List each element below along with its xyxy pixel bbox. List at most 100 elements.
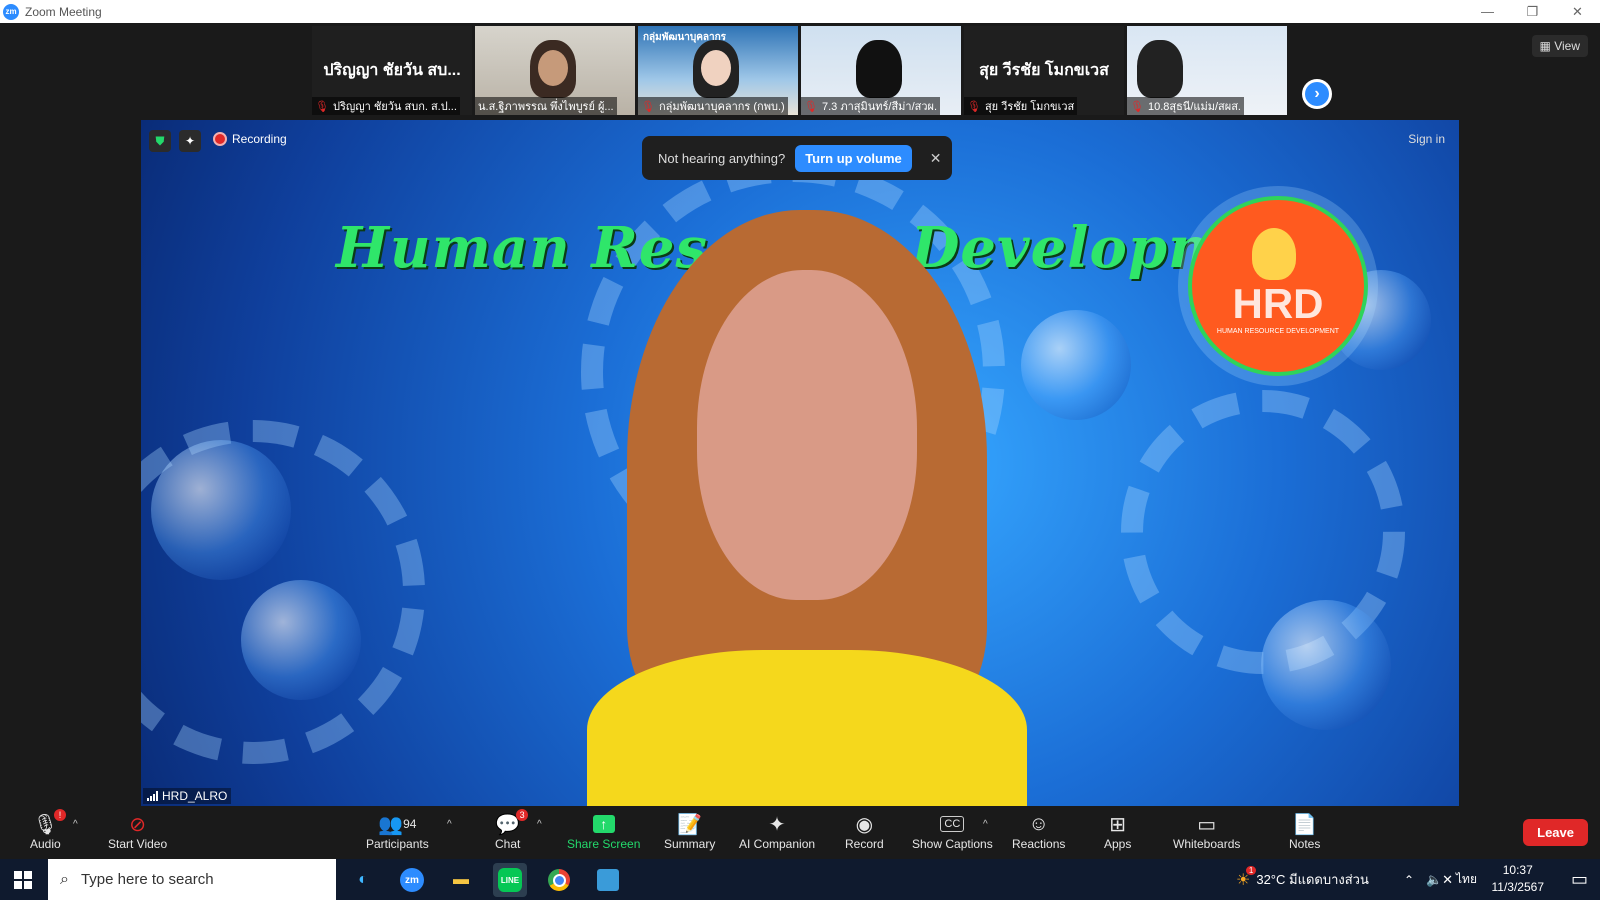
window-title: Zoom Meeting — [25, 4, 102, 19]
edge-icon[interactable]: ◐ — [346, 863, 380, 897]
photos-app-icon[interactable] — [591, 863, 625, 897]
record-button[interactable]: ◉ Record — [845, 811, 884, 852]
participant-big-name: ปริญญา ชัยวัน สบ... — [323, 62, 461, 79]
gallery-strip: ปริญญา ชัยวัน สบ... 🎙 ปริญญา ชัยวัน สบก. … — [312, 26, 1287, 115]
zoom-taskbar-icon[interactable]: zm — [395, 863, 429, 897]
apps-button[interactable]: ⊞ Apps — [1104, 811, 1131, 852]
summary-icon: 📝 — [677, 813, 703, 836]
bubble-decoration — [241, 580, 361, 700]
windows-logo-icon — [14, 870, 32, 889]
tray-chevron-icon[interactable]: ⌃ — [1404, 859, 1414, 900]
meeting-toolbar: 🎙! Audio ^ ⊘ Start Video 👥 94 Participan… — [0, 809, 1600, 859]
signal-bars-icon — [147, 791, 158, 801]
participant-big-name: สุย วีรชัย โมกขเวส — [979, 62, 1109, 79]
bubble-decoration — [1021, 310, 1131, 420]
close-icon[interactable]: ✕ — [930, 150, 942, 167]
hrd-logo: HRD HUMAN RESOURCE DEVELOPMENT — [1188, 196, 1368, 376]
system-clock[interactable]: 10:37 11/3/2567 — [1492, 862, 1545, 896]
next-page-button[interactable]: › — [1302, 79, 1332, 109]
weather-sun-icon: ☀ 1 — [1236, 865, 1257, 890]
ai-sparkle-icon[interactable]: ✦ — [179, 130, 201, 152]
speaker-person — [587, 210, 1027, 806]
audio-toast: Not hearing anything? Turn up volume ✕ — [642, 136, 952, 180]
restore-button[interactable]: ❐ — [1510, 0, 1555, 23]
show-captions-button[interactable]: CC Show Captions — [912, 811, 993, 851]
participant-tile[interactable]: 🎙 7.3 ภาสุมินทร์/สีม่า/สวผ. — [801, 26, 961, 115]
notification-center-icon[interactable]: ▭ — [1571, 869, 1588, 890]
leave-button[interactable]: Leave — [1523, 819, 1588, 846]
input-language-indicator[interactable]: ไทย — [1456, 859, 1477, 900]
audio-options-caret[interactable]: ^ — [73, 819, 78, 830]
participant-tile[interactable]: กลุ่มพัฒนาบุคลากร 🎙 กลุ่มพัฒนาบุคลากร (กพ… — [638, 26, 798, 115]
speaker-name-label: HRD_ALRO — [143, 788, 232, 804]
chat-icon: 💬 3 — [495, 809, 529, 837]
participant-label: 🎙 10.8สุธนี/แม่ม/สผส. — [1127, 97, 1244, 115]
participant-tile[interactable]: 🎙 10.8สุธนี/แม่ม/สผส. — [1127, 26, 1287, 115]
participant-label: 🎙 ปริญญา ชัยวัน สบก. ส.ป... — [312, 97, 460, 115]
mic-muted-icon: 🎙 — [1130, 100, 1144, 113]
notes-button[interactable]: 📄 Notes — [1289, 811, 1320, 852]
microphone-icon: 🎙! — [33, 809, 67, 837]
windows-taskbar: ⌕ Type here to search ◐ zm ▬ LINE ☀ 1 32°… — [0, 859, 1600, 900]
start-video-button[interactable]: ⊘ Start Video — [108, 811, 167, 852]
participant-label: น.ส.ฐิภาพรรณ พึ่งไพบูรย์ ผู้... — [475, 97, 617, 115]
toast-message: Not hearing anything? — [658, 150, 786, 166]
participant-tile[interactable]: ปริญญา ชัยวัน สบ... 🎙 ปริญญา ชัยวัน สบก. … — [312, 26, 472, 115]
participants-options-caret[interactable]: ^ — [447, 819, 452, 830]
participants-button[interactable]: 👥 94 Participants — [366, 811, 429, 852]
video-off-icon: ⊘ — [129, 813, 146, 836]
mic-muted-icon: 🎙 — [641, 100, 655, 113]
whiteboards-button[interactable]: ▭ Whiteboards — [1173, 811, 1240, 852]
participants-icon: 👥 94 — [378, 813, 417, 836]
weather-badge: 1 — [1245, 865, 1257, 875]
participant-label: 🎙 7.3 ภาสุมินทร์/สีม่า/สวผ. — [801, 97, 941, 115]
chat-button[interactable]: 💬 3 Chat — [495, 809, 529, 851]
summary-button[interactable]: 📝 Summary — [664, 811, 715, 852]
participant-video — [856, 40, 902, 98]
audio-alert-badge: ! — [54, 809, 67, 821]
record-icon: ◉ — [855, 813, 874, 836]
volume-muted-icon[interactable]: 🔈✕ — [1426, 859, 1453, 900]
line-app-icon[interactable]: LINE — [493, 863, 527, 897]
meeting-area: ปริญญา ชัยวัน สบ... 🎙 ปริญญา ชัยวัน สบก. … — [0, 23, 1600, 809]
chevron-right-icon: › — [1305, 82, 1329, 106]
grid-icon: ▦ — [1539, 39, 1555, 53]
captions-options-caret[interactable]: ^ — [983, 819, 988, 830]
start-button[interactable] — [0, 859, 46, 900]
search-icon: ⌕ — [60, 870, 69, 888]
participant-tile[interactable]: น.ส.ฐิภาพรรณ พึ่งไพบูรย์ ผู้... — [475, 26, 635, 115]
turn-up-volume-button[interactable]: Turn up volume — [795, 144, 912, 172]
taskbar-search-box[interactable]: ⌕ Type here to search — [48, 859, 336, 900]
chat-options-caret[interactable]: ^ — [537, 819, 542, 830]
zoom-app-icon: zm — [3, 3, 19, 20]
participant-video — [1137, 40, 1183, 98]
view-button[interactable]: ▦ View — [1531, 35, 1588, 57]
weather-widget[interactable]: ☀ 1 32°C มีแดดบางส่วน — [1236, 859, 1369, 900]
active-speaker-video[interactable]: Human Resource Development HRD HUMAN RES… — [141, 120, 1459, 806]
window-controls: — ❐ ✕ — [1465, 0, 1600, 23]
recording-indicator[interactable]: Recording — [213, 132, 287, 146]
bubble-decoration — [1261, 600, 1391, 730]
mic-muted-icon: 🎙 — [967, 100, 981, 113]
encryption-shield-icon[interactable]: ⛊ — [149, 130, 171, 152]
participant-tile[interactable]: สุย วีรชัย โมกขเวส 🎙 สุย วีรชัย โมกขเวส — [964, 26, 1124, 115]
audio-button[interactable]: 🎙! Audio — [30, 809, 67, 851]
file-explorer-icon[interactable]: ▬ — [444, 863, 478, 897]
ai-companion-button[interactable]: ✦ AI Companion — [739, 811, 815, 852]
mic-muted-icon: 🎙 — [804, 100, 818, 113]
whiteboard-icon: ▭ — [1197, 813, 1217, 836]
share-screen-icon: ↑ — [592, 815, 615, 833]
close-window-button[interactable]: ✕ — [1555, 0, 1600, 23]
participant-label: 🎙 สุย วีรชัย โมกขเวส — [964, 97, 1078, 115]
reactions-button[interactable]: ☺ Reactions — [1012, 811, 1065, 852]
share-screen-button[interactable]: ↑ Share Screen — [567, 811, 640, 851]
chrome-icon[interactable] — [542, 863, 576, 897]
apps-icon: ⊞ — [1109, 813, 1127, 836]
chat-unread-badge: 3 — [516, 809, 529, 821]
minimize-button[interactable]: — — [1465, 0, 1510, 23]
sparkle-icon: ✦ — [768, 813, 786, 836]
notes-icon: 📄 — [1292, 813, 1318, 836]
bubble-decoration — [151, 440, 291, 580]
sign-in-link[interactable]: Sign in — [1408, 132, 1445, 146]
smiley-icon: ☺ — [1028, 812, 1049, 835]
